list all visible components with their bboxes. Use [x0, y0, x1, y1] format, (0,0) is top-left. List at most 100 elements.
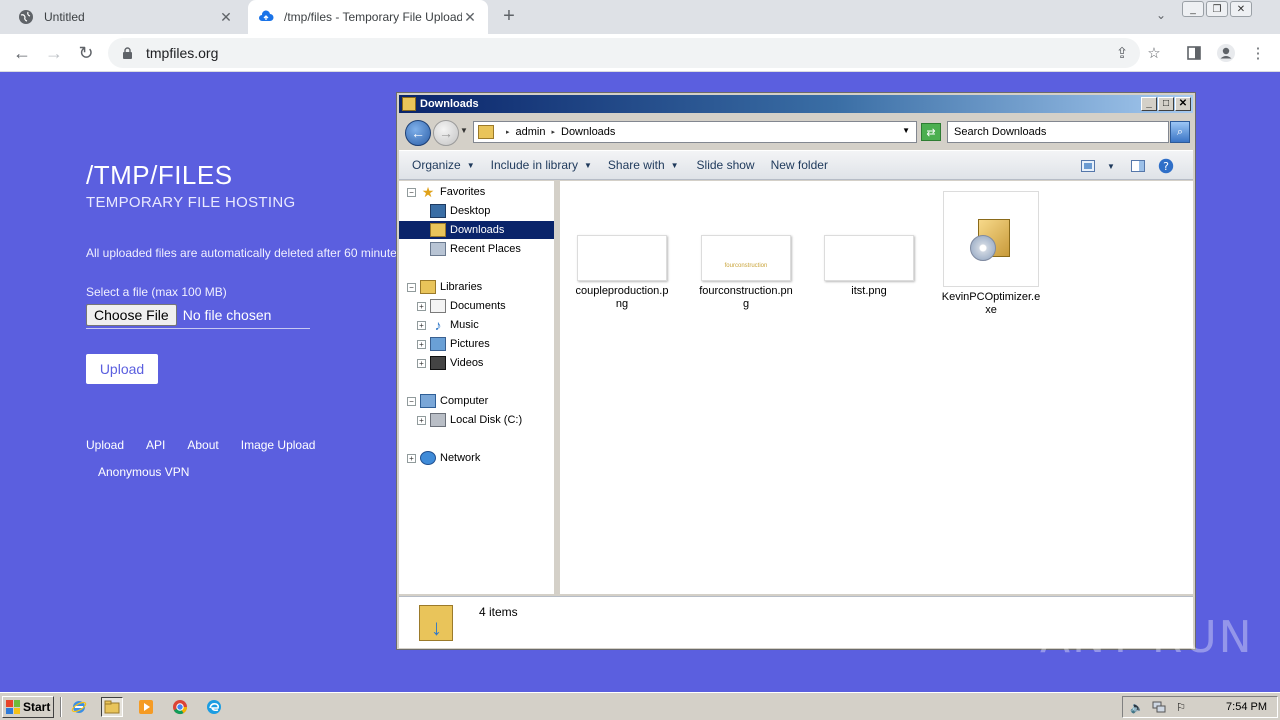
explorer-search-input[interactable]: Search Downloads [947, 121, 1169, 143]
close-icon[interactable]: ✕ [1230, 1, 1252, 17]
nav-libraries[interactable]: − Libraries [407, 278, 482, 296]
nav-favorites[interactable]: − ★ Favorites [407, 183, 485, 201]
expand-icon[interactable]: + [417, 415, 426, 425]
volume-icon[interactable]: 🔈 [1129, 699, 1145, 715]
reload-icon[interactable]: ↻ [74, 41, 98, 65]
action-center-flag-icon[interactable]: ⚐ [1173, 699, 1189, 715]
file-input[interactable]: Choose File No file chosen [86, 302, 310, 329]
explorer-forward-icon[interactable]: → [433, 120, 459, 146]
expand-icon[interactable]: + [417, 339, 426, 349]
explorer-path-bar[interactable]: ▸ admin ▸ Downloads ▼ [473, 121, 917, 143]
explorer-folder-icon[interactable] [101, 697, 123, 717]
nav-libraries-label: Libraries [440, 281, 483, 293]
kebab-menu-icon[interactable]: ⋮ [1246, 41, 1270, 65]
share-icon[interactable]: ⇪ [1110, 41, 1134, 65]
nav-computer[interactable]: − Computer [407, 392, 488, 410]
file-select-label: Select a file (max 100 MB) [86, 285, 227, 299]
side-panel-icon[interactable] [1182, 41, 1206, 65]
nav-pictures[interactable]: + Pictures [417, 335, 490, 353]
footer-link-about[interactable]: About [187, 438, 218, 452]
footer-link-api[interactable]: API [146, 438, 165, 452]
bookmark-star-icon[interactable]: ☆ [1142, 41, 1166, 65]
new-folder-button[interactable]: New folder [771, 158, 828, 172]
preview-pane-icon[interactable] [1129, 157, 1147, 175]
search-icon[interactable]: ⌕ [1170, 121, 1190, 143]
tab-close-icon[interactable]: ✕ [462, 9, 478, 25]
nav-recent-places[interactable]: Recent Places [430, 240, 521, 258]
restore-icon[interactable]: ❐ [1206, 1, 1228, 17]
tab-tmpfiles[interactable]: /tmp/files - Temporary File Upload ✕ [248, 0, 488, 34]
chrome-icon[interactable] [169, 697, 191, 717]
media-player-icon[interactable] [135, 697, 157, 717]
help-icon[interactable]: ? [1157, 157, 1175, 175]
minimize-icon[interactable]: _ [1182, 1, 1204, 17]
tab-title: /tmp/files - Temporary File Upload [284, 10, 462, 24]
nav-desktop[interactable]: Desktop [430, 202, 490, 220]
tab-search-chevron-icon[interactable]: ⌄ [1152, 8, 1170, 26]
explorer-back-icon[interactable]: ← [405, 120, 431, 146]
internet-explorer-icon[interactable] [68, 697, 90, 717]
organize-menu[interactable]: Organize ▼ [412, 158, 475, 172]
file-item-kevinpcoptimizer[interactable]: KevinPCOptimizer.e xe [941, 191, 1041, 317]
file-name-line: fourconstruction.pn [699, 285, 793, 297]
explorer-maximize-icon[interactable]: □ [1158, 97, 1174, 111]
window-controls: _ ❐ ✕ [1182, 1, 1252, 17]
view-options-chevron-icon[interactable]: ▼ [1102, 157, 1120, 175]
nav-documents[interactable]: + Documents [417, 297, 506, 315]
recent-pages-dropdown-icon[interactable]: ▼ [460, 126, 468, 135]
nav-recent-label: Recent Places [450, 243, 521, 255]
nav-network[interactable]: + Network [407, 449, 480, 467]
explorer-titlebar[interactable]: Downloads [399, 95, 1193, 113]
include-in-library-menu[interactable]: Include in library ▼ [491, 158, 592, 172]
computer-icon [420, 394, 436, 408]
breadcrumb-admin[interactable]: admin [516, 126, 546, 138]
upload-button[interactable]: Upload [86, 354, 158, 384]
anyrun-watermark: ANY RUN [1040, 612, 1254, 663]
footer-link-upload[interactable]: Upload [86, 438, 124, 452]
expand-icon[interactable]: + [407, 453, 416, 463]
downloads-folder-icon [478, 125, 494, 139]
expand-icon[interactable]: + [417, 358, 426, 368]
choose-file-button[interactable]: Choose File [86, 304, 177, 326]
item-count: 4 items [479, 605, 518, 619]
file-item-itst[interactable]: itst.png [819, 235, 919, 298]
collapse-icon[interactable]: − [407, 282, 416, 292]
address-bar[interactable]: tmpfiles.org [108, 38, 1140, 68]
nav-local-disk[interactable]: + Local Disk (C:) [417, 411, 522, 429]
expand-icon[interactable]: + [417, 301, 426, 311]
file-item-fourconstruction[interactable]: fourconstruction fourconstruction.pn g [696, 235, 796, 311]
footer-link-anonymous-vpn[interactable]: Anonymous VPN [98, 465, 189, 479]
file-item-coupleproduction[interactable]: coupleproduction.p ng [572, 235, 672, 311]
nav-downloads[interactable]: Downloads [399, 221, 554, 239]
explorer-close-icon[interactable]: ✕ [1175, 97, 1191, 111]
collapse-icon[interactable]: − [407, 187, 416, 197]
chevron-right-icon[interactable]: ▸ [506, 128, 510, 136]
browser-toolbar: ← → ↻ tmpfiles.org ⇪ ☆ ⋮ [0, 34, 1280, 72]
installer-icon [970, 217, 1012, 261]
expand-icon[interactable]: + [417, 320, 426, 330]
network-status-icon[interactable] [1151, 699, 1167, 715]
nav-local-disk-label: Local Disk (C:) [450, 414, 523, 426]
nav-videos[interactable]: + Videos [417, 354, 483, 372]
nav-music[interactable]: + ♪ Music [417, 316, 479, 334]
chevron-right-icon[interactable]: ▸ [551, 128, 555, 136]
start-button[interactable]: Start [2, 696, 54, 718]
footer-link-image-upload[interactable]: Image Upload [241, 438, 316, 452]
profile-avatar-icon[interactable] [1214, 41, 1238, 65]
path-dropdown-icon[interactable]: ▼ [902, 126, 910, 135]
tab-untitled[interactable]: Untitled ✕ [8, 0, 244, 34]
new-tab-button[interactable]: + [498, 6, 520, 28]
collapse-icon[interactable]: − [407, 396, 416, 406]
globe-icon [18, 9, 34, 25]
back-arrow-icon[interactable]: ← [10, 41, 34, 65]
breadcrumb-downloads[interactable]: Downloads [561, 126, 615, 138]
clock[interactable]: 7:54 PM [1226, 701, 1267, 713]
edge-icon[interactable] [203, 697, 225, 717]
tab-close-icon[interactable]: ✕ [218, 9, 234, 25]
slide-show-button[interactable]: Slide show [697, 158, 755, 172]
share-with-menu[interactable]: Share with ▼ [608, 158, 679, 172]
refresh-icon[interactable]: ⇄ [921, 123, 941, 141]
change-view-icon[interactable] [1079, 157, 1097, 175]
explorer-minimize-icon[interactable]: _ [1141, 97, 1157, 111]
forward-arrow-icon[interactable]: → [42, 41, 66, 65]
